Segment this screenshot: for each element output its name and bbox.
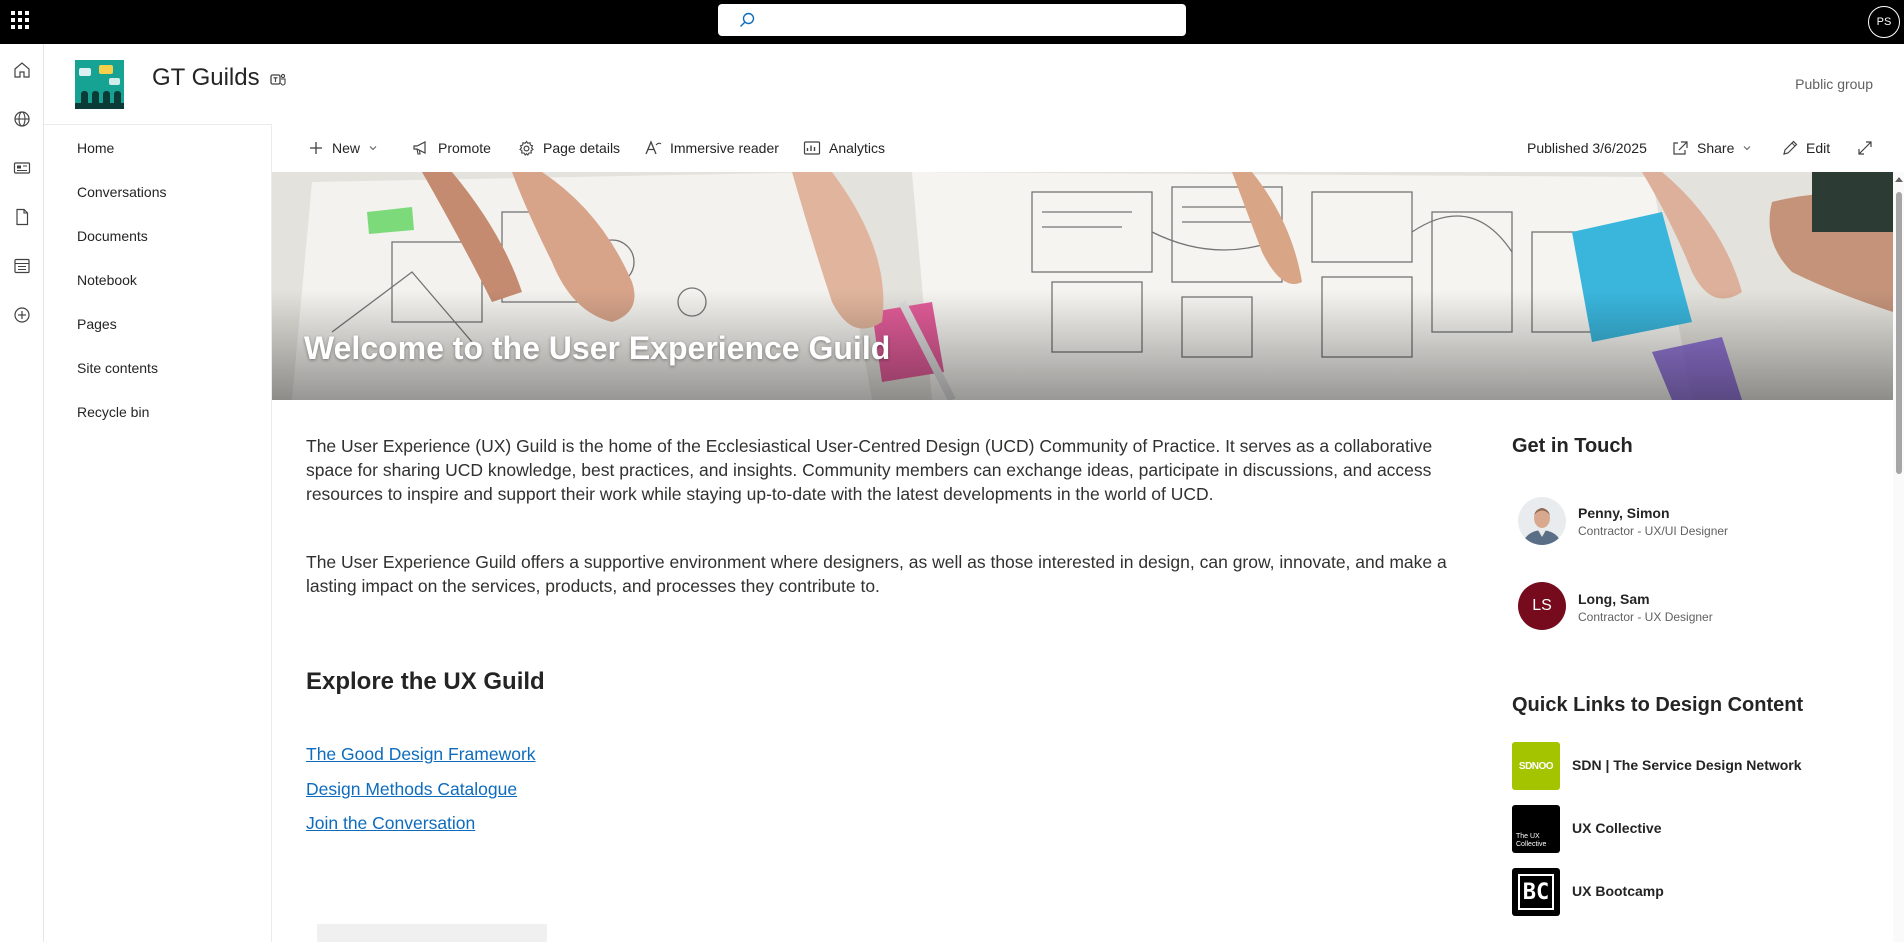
quick-link-label: UX Collective: [1572, 820, 1662, 836]
group-type-label: Public group: [1795, 76, 1873, 92]
contact-photo: [1518, 497, 1566, 545]
teams-icon[interactable]: [270, 72, 286, 88]
site-logo[interactable]: [75, 60, 124, 109]
get-in-touch-heading: Get in Touch: [1512, 435, 1633, 457]
quick-link-label: UX Bootcamp: [1572, 883, 1664, 899]
immersive-reader-label: Immersive reader: [670, 140, 779, 156]
quick-link-label: SDN | The Service Design Network: [1572, 757, 1802, 773]
ux-bootcamp-logo: BC: [1512, 868, 1560, 916]
bootcamp-logo-text: BC: [1518, 874, 1554, 910]
gear-icon: [519, 140, 534, 156]
new-label: New: [332, 140, 361, 156]
analytics-icon: [803, 141, 821, 155]
share-icon: [1673, 141, 1688, 155]
megaphone-icon: [413, 141, 426, 155]
site-navigation: Home Conversations Documents Notebook Pa…: [44, 124, 272, 942]
analytics-label: Analytics: [829, 140, 886, 156]
nav-item-conversations[interactable]: Conversations: [77, 184, 167, 200]
analytics-button[interactable]: Analytics: [803, 138, 885, 158]
published-label: Published 3/6/2025: [1527, 140, 1647, 156]
globe-icon[interactable]: [10, 107, 34, 131]
document-icon[interactable]: [10, 205, 34, 229]
share-button[interactable]: Share: [1672, 138, 1752, 158]
lists-icon[interactable]: [10, 254, 34, 278]
promote-label: Promote: [438, 140, 491, 156]
nav-item-notebook[interactable]: Notebook: [77, 272, 137, 288]
nav-item-recycle-bin[interactable]: Recycle bin: [77, 404, 149, 420]
contact-name: Penny, Simon: [1578, 505, 1670, 521]
page-details-label: Page details: [543, 140, 621, 156]
sdn-logo: SDNOO: [1512, 742, 1560, 790]
expand-button[interactable]: [1857, 138, 1873, 158]
contact-role: Contractor - UX Designer: [1578, 610, 1713, 624]
search-box[interactable]: [718, 4, 1186, 36]
link-join-conversation[interactable]: Join the Conversation: [306, 813, 475, 834]
suite-bar: PS: [0, 0, 1904, 44]
search-icon: [740, 12, 755, 27]
promote-button[interactable]: Promote: [412, 138, 491, 158]
contact-initials-avatar: LS: [1518, 582, 1566, 630]
nav-item-documents[interactable]: Documents: [77, 228, 148, 244]
nav-item-home[interactable]: Home: [77, 140, 114, 156]
intro-paragraph: The User Experience (UX) Guild is the ho…: [306, 436, 1433, 504]
immersive-reader-button[interactable]: Immersive reader: [645, 138, 779, 158]
pencil-icon: [1783, 140, 1798, 155]
scroll-up-arrow-icon[interactable]: [1895, 177, 1903, 182]
nav-item-site-contents[interactable]: Site contents: [77, 360, 158, 376]
create-icon[interactable]: [10, 303, 34, 327]
edit-label: Edit: [1806, 140, 1831, 156]
quick-links-heading: Quick Links to Design Content: [1512, 694, 1804, 716]
share-label: Share: [1697, 140, 1735, 156]
app-bar: [0, 44, 44, 942]
ux-collective-logo: The UX Collective: [1512, 805, 1560, 853]
link-good-design-framework[interactable]: The Good Design Framework: [306, 744, 536, 765]
contact-role: Contractor - UX/UI Designer: [1578, 524, 1729, 538]
app-launcher-icon[interactable]: [11, 11, 29, 29]
site-title[interactable]: GT Guilds: [152, 64, 260, 92]
published-status: Published 3/6/2025: [1527, 138, 1647, 158]
chevron-down-icon: [1743, 146, 1751, 151]
nav-item-pages[interactable]: Pages: [77, 316, 117, 332]
new-button[interactable]: New: [308, 138, 378, 158]
web-part-placeholder: [317, 924, 547, 942]
explore-heading: Explore the UX Guild: [306, 668, 545, 695]
plus-icon: [310, 142, 322, 154]
chevron-down-icon: [369, 146, 377, 151]
edit-button[interactable]: Edit: [1782, 138, 1830, 158]
home-icon[interactable]: [10, 58, 34, 82]
expand-icon: [1858, 141, 1872, 155]
hero-title: Welcome to the User Experience Guild: [304, 330, 891, 366]
hero-banner: Welcome to the User Experience Guild: [272, 172, 1893, 400]
link-design-methods-catalogue[interactable]: Design Methods Catalogue: [306, 779, 517, 800]
contact-name: Long, Sam: [1578, 591, 1650, 607]
page-details-button[interactable]: Page details: [518, 138, 620, 158]
scrollbar-thumb[interactable]: [1896, 192, 1902, 474]
news-icon[interactable]: [10, 156, 34, 180]
immersive-reader-icon: [645, 140, 662, 155]
user-avatar[interactable]: PS: [1868, 6, 1900, 38]
guild-paragraph: The User Experience Guild offers a suppo…: [306, 552, 1447, 596]
